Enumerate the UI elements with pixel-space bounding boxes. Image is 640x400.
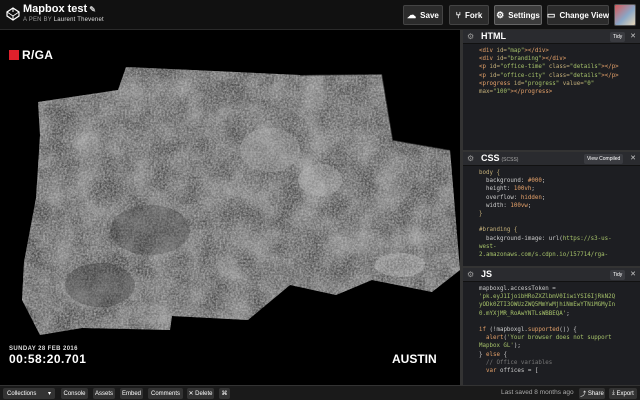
share-icon: ⤴ xyxy=(580,392,587,398)
code-line: 'pk.eyJ1IjoibHRoZXZlbmV0IiwiYSI6IjRkN2Q xyxy=(479,294,616,301)
save-button[interactable]: ☁ Save xyxy=(403,5,443,25)
edit-pencil-icon[interactable]: ✎ xyxy=(89,5,96,14)
author-link[interactable]: Laurent Thevenet xyxy=(54,17,104,23)
js-panel-header: ⚙ JS Tidy ✕ xyxy=(463,268,640,282)
html-editor-panel: ⚙ HTML Tidy ✕ <div id="map"></div> <div i… xyxy=(463,30,640,150)
html-tidy-button[interactable]: Tidy xyxy=(610,32,626,42)
code-line: background-image: url(https://s3-us- xyxy=(479,235,612,242)
code-line: <progress id="progress" value="0" xyxy=(479,80,595,87)
css-collapse-icon[interactable]: ✕ xyxy=(630,154,636,162)
user-avatar[interactable] xyxy=(614,4,636,26)
html-collapse-icon[interactable]: ✕ xyxy=(630,32,636,40)
fork-button[interactable]: ⑂ Fork xyxy=(449,5,489,25)
delete-x-icon: ✕ xyxy=(188,391,194,397)
code-line: background: #000; xyxy=(479,178,546,185)
console-button[interactable]: Console xyxy=(61,388,88,399)
embed-button[interactable]: Embed xyxy=(120,388,143,399)
office-time: 00:58:20.701 xyxy=(9,352,87,366)
command-key-icon: ⌘ xyxy=(221,391,228,397)
view-compiled-button[interactable]: View Compiled xyxy=(584,154,624,164)
js-tidy-button[interactable]: Tidy xyxy=(610,270,626,280)
preview-pane: R/GA SUNDAY 28 FEB 2016 00:58:20.701 AUS… xyxy=(0,30,460,385)
code-line: <p id="office-time" class="details"></p> xyxy=(479,64,619,71)
code-line: <div id="map"></div> xyxy=(479,48,549,54)
code-line: // Office variables xyxy=(479,359,553,366)
brand-square-icon xyxy=(9,50,19,60)
code-line: width: 100vw; xyxy=(479,202,532,209)
code-line: alert('Your browser does not support xyxy=(479,335,612,342)
export-icon: ⤓ xyxy=(612,390,615,396)
js-panel-title: JS xyxy=(481,269,493,279)
js-editor-panel: ⚙ JS Tidy ✕ mapboxgl.accessToken = 'pk.ey… xyxy=(463,266,640,385)
code-line: west- xyxy=(479,243,497,250)
css-editor-panel: ⚙ CSS (SCSS) View Compiled ✕ body { backg… xyxy=(463,150,640,266)
code-line: } else { xyxy=(479,351,507,358)
export-button[interactable]: ⤓ Export xyxy=(609,388,637,399)
gear-icon: ⚙ xyxy=(496,9,505,20)
change-view-button[interactable]: ▭ Change View xyxy=(547,5,609,25)
css-code-editor[interactable]: body { background: #000; height: 100vh; … xyxy=(463,166,640,259)
code-line: height: 100vh; xyxy=(479,186,535,193)
css-panel-header: ⚙ CSS (SCSS) View Compiled ✕ xyxy=(463,152,640,166)
code-line: Mapbox GL'); xyxy=(479,343,521,350)
code-line: if (!mapboxgl.supported()) { xyxy=(479,327,577,334)
code-line: overflow: hidden; xyxy=(479,194,546,201)
pen-title[interactable]: Mapbox test ✎ xyxy=(23,3,96,15)
js-code-editor[interactable]: mapboxgl.accessToken = 'pk.eyJ1IjoibHRoZX… xyxy=(463,282,640,375)
code-line: } xyxy=(479,211,483,218)
chevron-down-icon: ▾ xyxy=(47,391,51,397)
layout-icon: ▭ xyxy=(546,9,556,20)
code-line: <p id="office-city" class="details"></p> xyxy=(479,72,619,79)
html-panel-header: ⚙ HTML Tidy ✕ xyxy=(463,30,640,44)
settings-button[interactable]: ⚙ Settings xyxy=(494,5,542,25)
code-line: #branding { xyxy=(479,227,518,234)
code-line: <div id="branding"></div> xyxy=(479,56,567,63)
shortcuts-button[interactable]: ⌘ xyxy=(219,388,230,399)
collections-button[interactable]: Collections ▾ xyxy=(3,388,55,399)
code-line: mapboxgl.accessToken = xyxy=(479,286,556,292)
code-line: body { xyxy=(479,170,500,176)
share-button[interactable]: ⤴ Share xyxy=(579,388,605,399)
css-panel-title: CSS (SCSS) xyxy=(481,153,519,163)
delete-button[interactable]: ✕ Delete xyxy=(187,388,214,399)
bottom-bar: Collections ▾ Console Assets Embed Commen… xyxy=(0,385,640,400)
cloud-icon: ☁ xyxy=(407,9,417,20)
editor-column: ⚙ HTML Tidy ✕ <div id="map"></div> <div i… xyxy=(460,30,640,385)
code-line: yODk0ZTI3OWUzZWQ5MmYwMjhiNmEwYTNiMGMyIn xyxy=(479,302,616,309)
code-line: 0.mYXjMR_RoAwYNTLsWBBEQA'; xyxy=(479,310,570,317)
html-settings-gear-icon[interactable]: ⚙ xyxy=(467,32,474,41)
html-code-editor[interactable]: <div id="map"></div> <div id="branding"><… xyxy=(463,44,640,96)
code-line: 2.amazonaws.com/s.cdpn.io/157714/rga- xyxy=(479,252,609,259)
code-line: max="100"></progress> xyxy=(479,89,553,96)
code-line: var offices = [ xyxy=(479,368,539,375)
satellite-map[interactable] xyxy=(0,30,460,385)
js-collapse-icon[interactable]: ✕ xyxy=(630,270,636,278)
last-saved-text: Last saved 8 months ago xyxy=(501,389,574,396)
office-city: AUSTIN xyxy=(392,352,437,366)
comments-button[interactable]: Comments xyxy=(148,388,183,399)
top-bar: Mapbox test ✎ A PEN BY Laurent Thevenet ☁… xyxy=(0,0,640,30)
codepen-logo-icon[interactable] xyxy=(6,7,20,21)
html-panel-title: HTML xyxy=(481,31,506,41)
pen-byline: A PEN BY Laurent Thevenet xyxy=(23,17,104,23)
assets-button[interactable]: Assets xyxy=(93,388,115,399)
fork-icon: ⑂ xyxy=(455,10,462,20)
js-settings-gear-icon[interactable]: ⚙ xyxy=(467,270,474,279)
branding-logo: R/GA xyxy=(9,48,53,62)
css-settings-gear-icon[interactable]: ⚙ xyxy=(467,154,474,163)
